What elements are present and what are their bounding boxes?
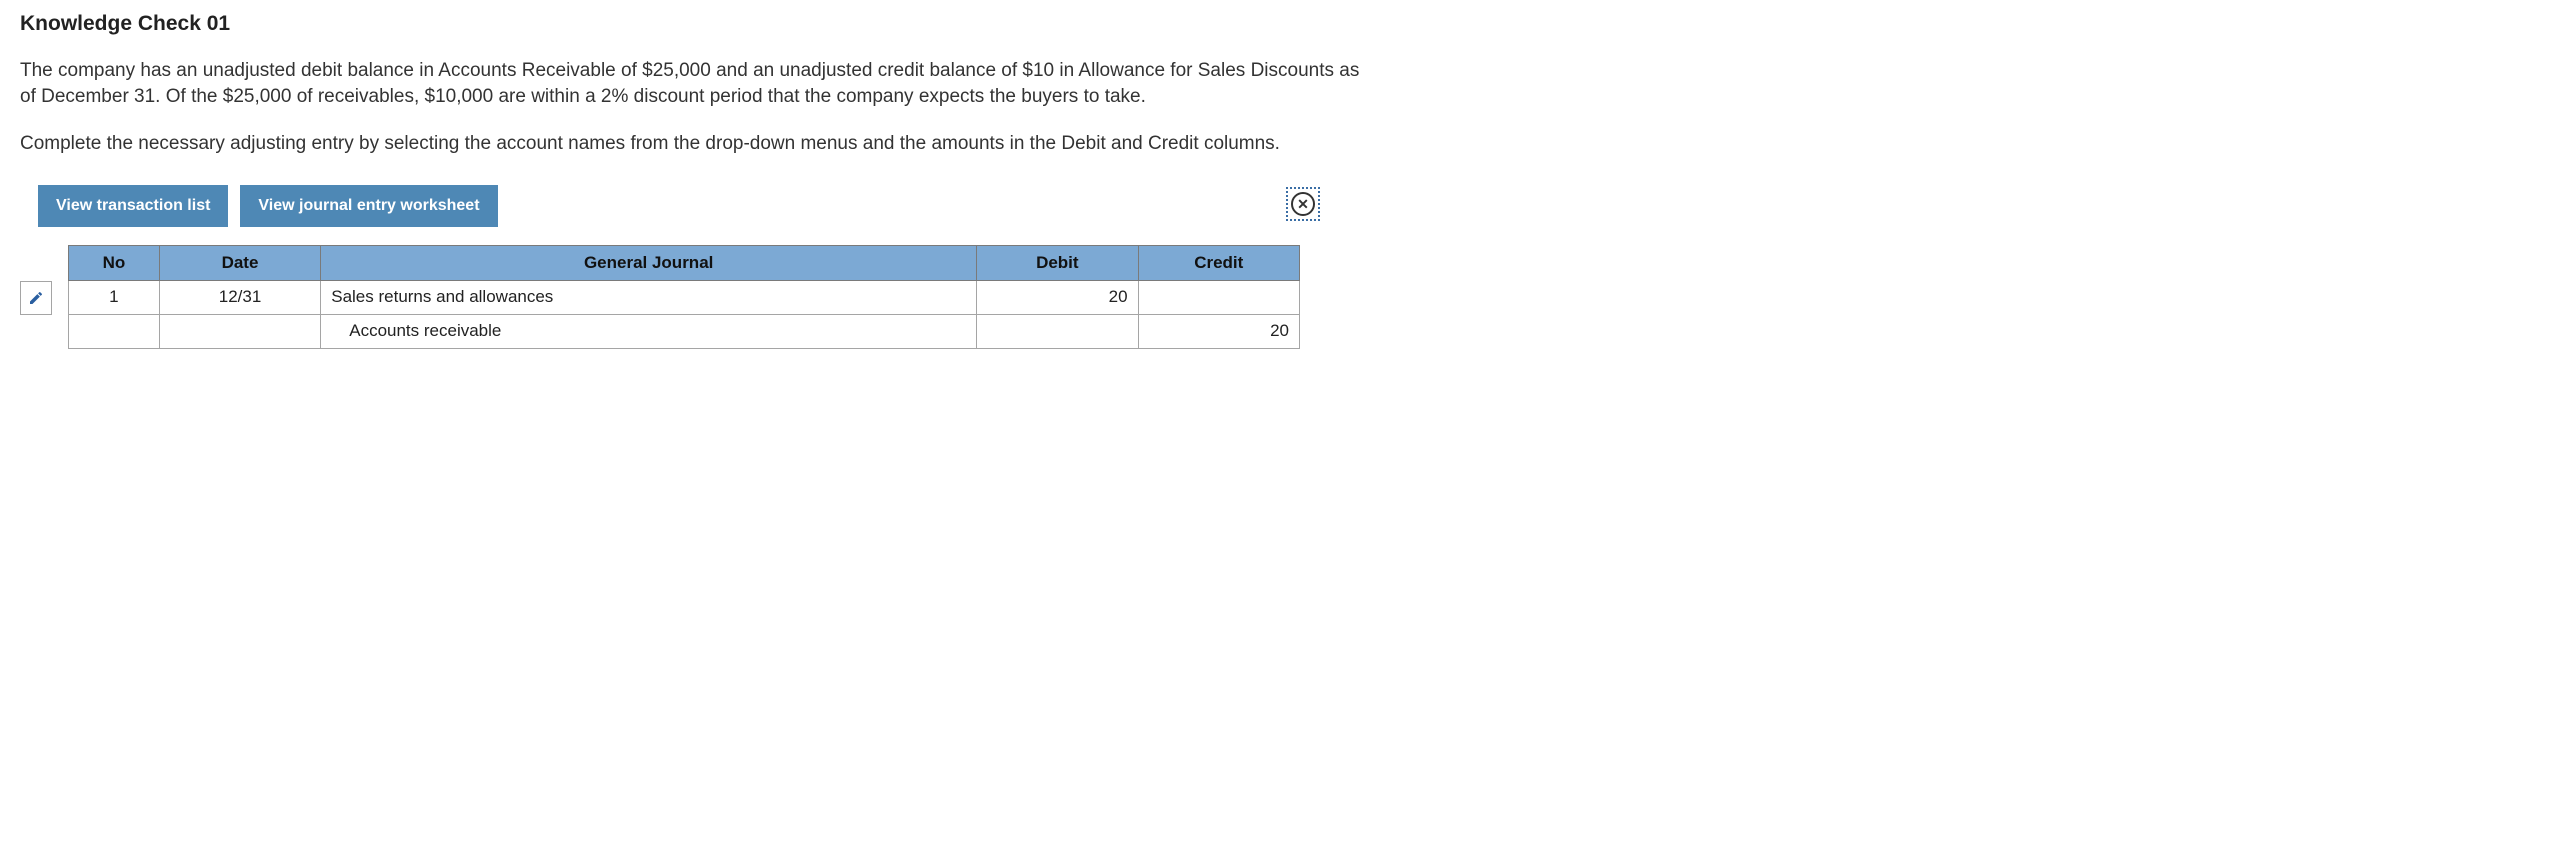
journal-table: No Date General Journal Debit Credit 1 1… — [68, 245, 1300, 349]
cell-no: 1 — [69, 280, 160, 314]
close-button[interactable]: ✕ — [1286, 187, 1320, 221]
problem-description-1: The company has an unadjusted debit bala… — [20, 58, 1380, 109]
cell-date — [159, 314, 320, 348]
journal-table-area: No Date General Journal Debit Credit 1 1… — [20, 245, 2548, 349]
cell-no — [69, 314, 160, 348]
edit-row-button[interactable] — [20, 281, 52, 315]
view-transaction-list-button[interactable]: View transaction list — [38, 185, 228, 227]
header-credit: Credit — [1138, 245, 1299, 280]
table-row: 1 12/31 Sales returns and allowances 20 — [69, 280, 1300, 314]
cell-debit-input[interactable] — [977, 314, 1138, 348]
table-header-row: No Date General Journal Debit Credit — [69, 245, 1300, 280]
view-journal-entry-worksheet-button[interactable]: View journal entry worksheet — [240, 185, 497, 227]
header-general-journal: General Journal — [321, 245, 977, 280]
header-date: Date — [159, 245, 320, 280]
cell-account-dropdown[interactable]: Accounts receivable — [321, 314, 977, 348]
close-icon: ✕ — [1291, 192, 1315, 216]
pencil-icon — [28, 290, 44, 306]
cell-credit-input[interactable] — [1138, 280, 1299, 314]
header-debit: Debit — [977, 245, 1138, 280]
cell-debit-input[interactable]: 20 — [977, 280, 1138, 314]
page-title: Knowledge Check 01 — [20, 12, 2548, 36]
header-no: No — [69, 245, 160, 280]
button-row: View transaction list View journal entry… — [20, 185, 1320, 227]
cell-credit-input[interactable]: 20 — [1138, 314, 1299, 348]
cell-account-dropdown[interactable]: Sales returns and allowances — [321, 280, 977, 314]
table-row: Accounts receivable 20 — [69, 314, 1300, 348]
problem-instruction: Complete the necessary adjusting entry b… — [20, 131, 1380, 157]
cell-date: 12/31 — [159, 280, 320, 314]
